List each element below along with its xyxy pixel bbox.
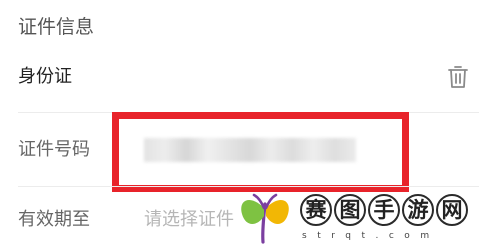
watermark-char: 赛 — [300, 194, 332, 226]
watermark-char: 游 — [402, 194, 434, 226]
watermark-domain: strqt.com — [302, 231, 440, 241]
watermark-char: 网 — [436, 194, 468, 226]
id-type-value[interactable]: 身份证 — [18, 65, 72, 89]
id-number-label: 证件号码 — [18, 139, 90, 160]
trash-icon[interactable] — [447, 64, 469, 90]
validity-date-picker[interactable]: 请选择证件 — [144, 208, 240, 232]
section-title: 证件信息 — [18, 16, 95, 38]
watermark-char: 图 — [334, 194, 366, 226]
highlight-box — [112, 112, 409, 192]
watermark-text: 赛 图 手 游 网 — [300, 194, 468, 228]
validity-label: 有效期至 — [18, 209, 90, 230]
watermark-char: 手 — [368, 194, 400, 226]
sprout-logo-icon — [241, 193, 289, 244]
